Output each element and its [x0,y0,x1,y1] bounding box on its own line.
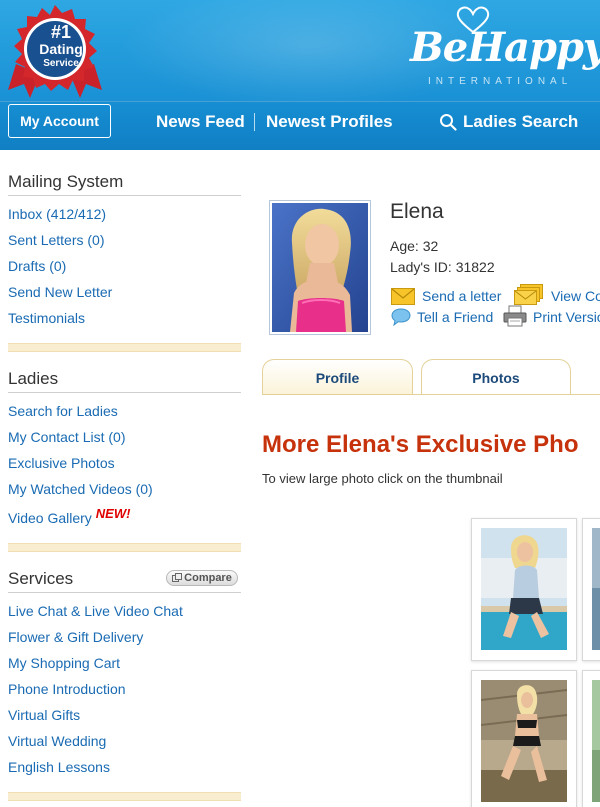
photo-thumbnail[interactable] [471,670,577,807]
view-contact-link[interactable]: View Co [551,288,600,304]
video-gallery-label: Video Gallery [8,510,92,526]
english-lessons-link[interactable]: English Lessons [8,759,110,775]
my-account-button[interactable]: My Account [8,104,111,138]
tell-a-friend-link[interactable]: Tell a Friend [417,309,493,325]
logo-name: BeHappy [410,24,600,71]
section-divider [8,392,241,393]
mailing-section-title: Mailing System [8,172,124,191]
compare-icon [172,573,183,582]
newest-profiles-link[interactable]: Newest Profiles [266,112,393,132]
photo-thumbnail-image [592,680,600,802]
exclusive-photos-link[interactable]: Exclusive Photos [8,455,115,471]
search-for-ladies-link[interactable]: Search for Ladies [8,403,118,419]
tab-profile[interactable]: Profile [262,359,413,395]
tab-baseline [262,394,600,395]
photo-thumbnail[interactable] [582,670,600,807]
site-logo[interactable]: BeHappy INTERNATIONAL [400,6,600,96]
nav-divider [254,113,255,131]
virtual-wedding-link[interactable]: Virtual Wedding [8,733,106,749]
my-watched-videos-link[interactable]: My Watched Videos (0) [8,481,153,497]
profile-name: Elena [390,200,444,223]
send-letter-link[interactable]: Send a letter [422,288,501,304]
speech-bubble-icon [391,308,411,326]
photo-thumbnail-image [481,528,567,650]
profile-age: Age: 32 [390,238,439,254]
shopping-cart-link[interactable]: My Shopping Cart [8,655,120,671]
drafts-link[interactable]: Drafts (0) [8,258,66,274]
testimonials-link[interactable]: Testimonials [8,310,85,326]
inbox-link[interactable]: Inbox (412/412) [8,206,106,222]
profile-photo[interactable] [269,200,371,335]
news-feed-link[interactable]: News Feed [156,112,245,132]
ladies-section-title: Ladies [8,369,59,388]
search-icon[interactable] [439,113,457,131]
my-contact-list-link[interactable]: My Contact List (0) [8,429,125,445]
sent-letters-link[interactable]: Sent Letters (0) [8,232,105,248]
photo-thumbnail[interactable] [471,518,577,661]
envelope-icon [391,288,415,305]
profile-photo-image [272,203,368,332]
section-separator [8,543,241,552]
services-section-title: Services [8,569,74,588]
compare-button[interactable]: Compare [166,570,238,586]
live-chat-link[interactable]: Live Chat & Live Video Chat [8,603,183,619]
new-badge: NEW! [95,506,131,521]
badge-subtitle: Service [43,58,79,69]
photo-thumbnail-image [481,680,567,802]
tab-photos[interactable]: Photos [421,359,571,395]
flower-gift-delivery-link[interactable]: Flower & Gift Delivery [8,629,143,645]
badge-number: #1 [50,22,72,42]
printer-icon [503,305,527,327]
section-separator [8,792,241,801]
logo-subtitle: INTERNATIONAL [428,76,573,87]
ladies-search-link[interactable]: Ladies Search [463,112,578,132]
video-gallery-link[interactable]: Video Gallery NEW! [8,506,130,526]
compare-label: Compare [184,572,232,584]
section-separator [8,343,241,352]
photo-thumbnail-image [592,528,600,650]
photos-hint: To view large photo click on the thumbna… [262,471,503,486]
section-divider [8,592,241,593]
badge-title: Dating [39,41,83,57]
badge-text: #1 Dating Service [30,23,92,69]
print-version-link[interactable]: Print Versio [533,309,600,325]
profile-lady-id: Lady's ID: 31822 [390,259,495,275]
virtual-gifts-link[interactable]: Virtual Gifts [8,707,80,723]
dating-service-badge[interactable]: #1 Dating Service [6,4,104,100]
send-new-letter-link[interactable]: Send New Letter [8,284,112,300]
phone-introduction-link[interactable]: Phone Introduction [8,681,126,697]
contact-envelopes-icon [514,284,543,305]
section-divider [8,195,241,196]
photos-section-title: More Elena's Exclusive Pho [262,431,579,458]
photo-thumbnail[interactable] [582,518,600,661]
